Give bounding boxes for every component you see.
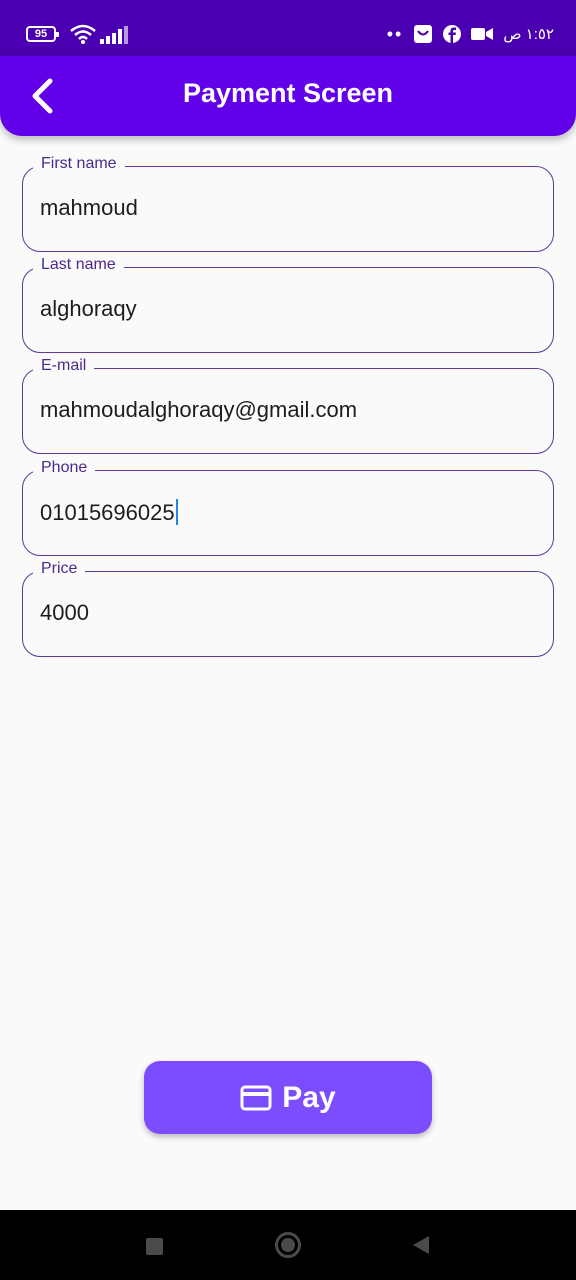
dots-icon: •• [386,24,404,44]
text-caret [175,499,178,525]
status-time: ١:٥٢ ص [503,26,554,43]
phone-field[interactable]: Phone 01015696025 [22,459,554,556]
video-camera-icon [471,28,494,40]
last-name-label: Last name [33,256,124,274]
last-name-value: alghoraqy [40,296,137,321]
status-right-group: •• ١:٥٢ ص [387,22,554,46]
back-icon[interactable] [412,1235,430,1255]
phone-value: 01015696025 [40,500,175,525]
facebook-icon [443,25,462,43]
last-name-field[interactable]: Last name alghoraqy [22,256,554,353]
credit-card-icon [240,1085,272,1110]
wifi-icon [70,24,96,44]
page-title: Payment Screen [182,78,394,108]
app-bar: Payment Screen [0,56,576,136]
price-value: 4000 [40,600,89,625]
battery-icon: 95 [26,26,59,42]
first-name-field[interactable]: First name mahmoud [22,155,554,252]
phone-value-wrap: 01015696025 [40,499,178,526]
system-nav-bar [0,1210,576,1280]
price-field[interactable]: Price 4000 [22,560,554,657]
home-icon[interactable] [275,1232,301,1258]
mail-badge-icon [414,25,433,43]
first-name-label: First name [33,155,125,173]
price-label: Price [33,560,86,578]
signal-icon [100,26,128,44]
email-label: E-mail [33,357,95,375]
pay-button[interactable]: Pay [144,1061,432,1134]
first-name-value: mahmoud [40,195,138,220]
phone-label: Phone [33,459,96,477]
email-field[interactable]: E-mail mahmoudalghoraqy@gmail.com [22,357,554,454]
battery-level: 95 [34,28,48,40]
recents-icon[interactable] [146,1238,163,1255]
status-bar: 95 •• ١:٥٢ ص [0,0,576,60]
pay-button-label: Pay [282,1080,336,1114]
email-value: mahmoudalghoraqy@gmail.com [40,397,358,422]
